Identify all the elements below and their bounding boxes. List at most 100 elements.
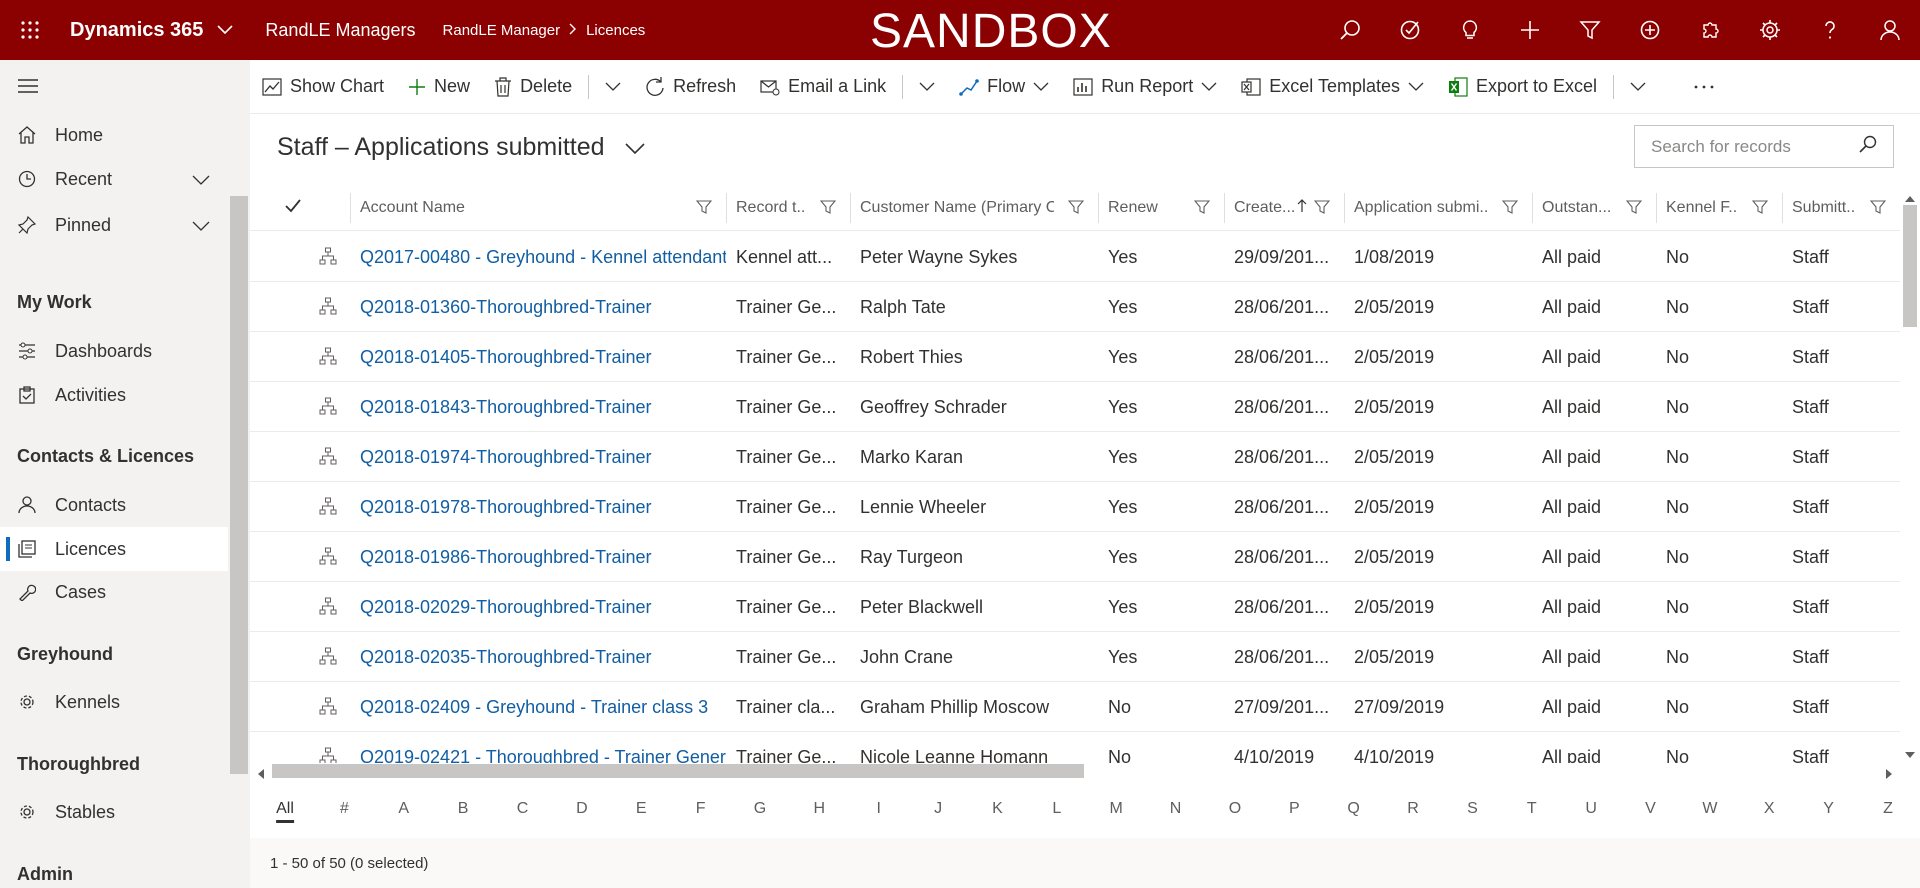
cell-account-name[interactable]: Q2018-01986-Thoroughbred-Trainer <box>350 532 726 582</box>
column-filter-icon[interactable] <box>1067 199 1085 220</box>
column-divider[interactable] <box>726 193 727 223</box>
chevron-down-icon[interactable] <box>192 169 210 190</box>
scroll-right-arrow-icon[interactable] <box>1886 766 1892 784</box>
table-row[interactable]: Q2017-00480 - Greyhound - Kennel attenda… <box>250 232 1900 282</box>
breadcrumb-entity[interactable]: Licences <box>586 22 645 39</box>
chevron-down-icon[interactable] <box>192 215 210 236</box>
cell-account-name[interactable]: Q2018-01978-Thoroughbred-Trainer <box>350 482 726 532</box>
app-name[interactable]: Dynamics 365 <box>70 19 203 42</box>
cell-account-name[interactable]: Q2018-01843-Thoroughbred-Trainer <box>350 382 726 432</box>
sidebar-item-cases[interactable]: Cases <box>0 570 228 614</box>
grid-horizontal-scrollbar[interactable] <box>254 762 1900 780</box>
table-row[interactable]: Q2019-02421 - Thoroughbred - Trainer Gen… <box>250 732 1900 763</box>
delete-button[interactable]: Delete <box>482 60 584 114</box>
sidebar-item-licences[interactable]: Licences <box>0 527 228 571</box>
column-filter-icon[interactable] <box>1501 199 1519 220</box>
sidebar-item-activities[interactable]: Activities <box>0 373 228 417</box>
jump-letter[interactable]: L <box>1052 800 1061 818</box>
task-check-icon[interactable] <box>1380 0 1440 60</box>
jump-letter[interactable]: M <box>1110 800 1123 818</box>
column-header-created-on[interactable]: Create... <box>1224 185 1344 231</box>
jump-letter[interactable]: O <box>1229 800 1241 818</box>
plus-icon[interactable] <box>1500 0 1560 60</box>
cell-account-name[interactable]: Q2017-00480 - Greyhound - Kennel attenda… <box>350 232 726 282</box>
column-divider[interactable] <box>1098 193 1099 223</box>
cell-account-name[interactable]: Q2018-02029-Thoroughbred-Trainer <box>350 582 726 632</box>
search-icon[interactable] <box>1859 135 1877 158</box>
chevron-down-icon[interactable] <box>217 22 233 38</box>
grid-vertical-scrollbar[interactable] <box>1900 185 1920 760</box>
column-divider[interactable] <box>350 193 351 223</box>
cell-account-name[interactable]: Q2018-02035-Thoroughbred-Trainer <box>350 632 726 682</box>
sidebar-item-pinned[interactable]: Pinned <box>0 203 228 247</box>
sidebar-item-recent[interactable]: Recent <box>0 157 228 201</box>
column-filter-icon[interactable] <box>1193 199 1211 220</box>
hierarchy-icon[interactable] <box>319 447 337 470</box>
column-header-kennel-fee[interactable]: Kennel F... <box>1656 185 1782 231</box>
scroll-left-arrow-icon[interactable] <box>258 766 264 784</box>
jump-letter[interactable]: D <box>576 800 588 818</box>
jump-letter[interactable]: X <box>1764 800 1775 818</box>
more-options-button[interactable] <box>1682 60 1726 114</box>
jump-letter[interactable]: C <box>517 800 529 818</box>
settings-gear-icon[interactable] <box>1740 0 1800 60</box>
column-header-outstanding[interactable]: Outstan... <box>1532 185 1656 231</box>
jump-letter[interactable]: G <box>754 800 766 818</box>
sidebar-scrollbar[interactable] <box>230 178 248 888</box>
show-chart-button[interactable]: Show Chart <box>250 60 396 114</box>
jump-letter[interactable]: Y <box>1823 800 1834 818</box>
jump-letter[interactable]: R <box>1407 800 1419 818</box>
jump-letter[interactable]: J <box>934 800 942 818</box>
table-row[interactable]: Q2018-02409 - Greyhound - Trainer class … <box>250 682 1900 732</box>
table-row[interactable]: Q2018-02029-Thoroughbred-Trainer Trainer … <box>250 582 1900 632</box>
app-module-name[interactable]: RandLE Managers <box>265 20 415 41</box>
table-row[interactable]: Q2018-01360-Thoroughbred-Trainer Trainer … <box>250 282 1900 332</box>
jump-letter[interactable]: Z <box>1883 800 1893 818</box>
column-filter-icon[interactable] <box>819 199 837 220</box>
export-excel-button[interactable]: Export to Excel <box>1436 60 1609 114</box>
sidebar-item-contacts[interactable]: Contacts <box>0 483 228 527</box>
column-divider[interactable] <box>1532 193 1533 223</box>
hierarchy-icon[interactable] <box>319 747 337 763</box>
column-divider[interactable] <box>1782 193 1783 223</box>
email-link-button[interactable]: Email a Link <box>748 60 898 114</box>
export-options-chevron[interactable] <box>1618 60 1658 114</box>
cell-account-name[interactable]: Q2018-01360-Thoroughbred-Trainer <box>350 282 726 332</box>
jump-letter[interactable]: E <box>636 800 647 818</box>
jump-letter[interactable]: H <box>814 800 826 818</box>
jump-letter[interactable]: S <box>1467 800 1478 818</box>
column-divider[interactable] <box>1344 193 1345 223</box>
sidebar-item-home[interactable]: Home <box>0 113 228 157</box>
help-icon[interactable] <box>1800 0 1860 60</box>
sidebar-item-dashboards[interactable]: Dashboards <box>0 329 228 373</box>
jump-letter[interactable]: U <box>1585 800 1597 818</box>
column-filter-icon[interactable] <box>1751 199 1769 220</box>
sidebar-item-kennels[interactable]: Kennels <box>0 680 228 724</box>
column-filter-icon[interactable] <box>695 199 713 220</box>
hierarchy-icon[interactable] <box>319 597 337 620</box>
table-row[interactable]: Q2018-01974-Thoroughbred-Trainer Trainer … <box>250 432 1900 482</box>
jump-all[interactable]: All <box>276 800 294 823</box>
hierarchy-icon[interactable] <box>319 397 337 420</box>
hierarchy-icon[interactable] <box>319 297 337 320</box>
column-divider[interactable] <box>1224 193 1225 223</box>
column-header-account-name[interactable]: Account Name <box>350 185 726 231</box>
jump-letter[interactable]: A <box>398 800 409 818</box>
table-row[interactable]: Q2018-01843-Thoroughbred-Trainer Trainer … <box>250 382 1900 432</box>
hierarchy-icon[interactable] <box>319 647 337 670</box>
cell-account-name[interactable]: Q2019-02421 - Thoroughbred - Trainer Gen… <box>350 732 726 764</box>
scroll-down-arrow-icon[interactable] <box>1905 745 1915 763</box>
column-header-customer-name[interactable]: Customer Name (Primary C... <box>850 185 1098 231</box>
column-header-record-type[interactable]: Record t... <box>726 185 850 231</box>
column-divider[interactable] <box>850 193 851 223</box>
jump-letter[interactable]: V <box>1645 800 1656 818</box>
jump-letter[interactable]: F <box>696 800 706 818</box>
flow-button[interactable]: Flow <box>947 60 1061 114</box>
column-header-submitted-by[interactable]: Submitt... <box>1782 185 1900 231</box>
jump-letter[interactable]: T <box>1527 800 1537 818</box>
column-divider[interactable] <box>1656 193 1657 223</box>
lightbulb-icon[interactable] <box>1440 0 1500 60</box>
app-launcher-icon[interactable] <box>0 0 60 60</box>
email-options-chevron[interactable] <box>907 60 947 114</box>
more-commands-chevron[interactable] <box>593 60 633 114</box>
